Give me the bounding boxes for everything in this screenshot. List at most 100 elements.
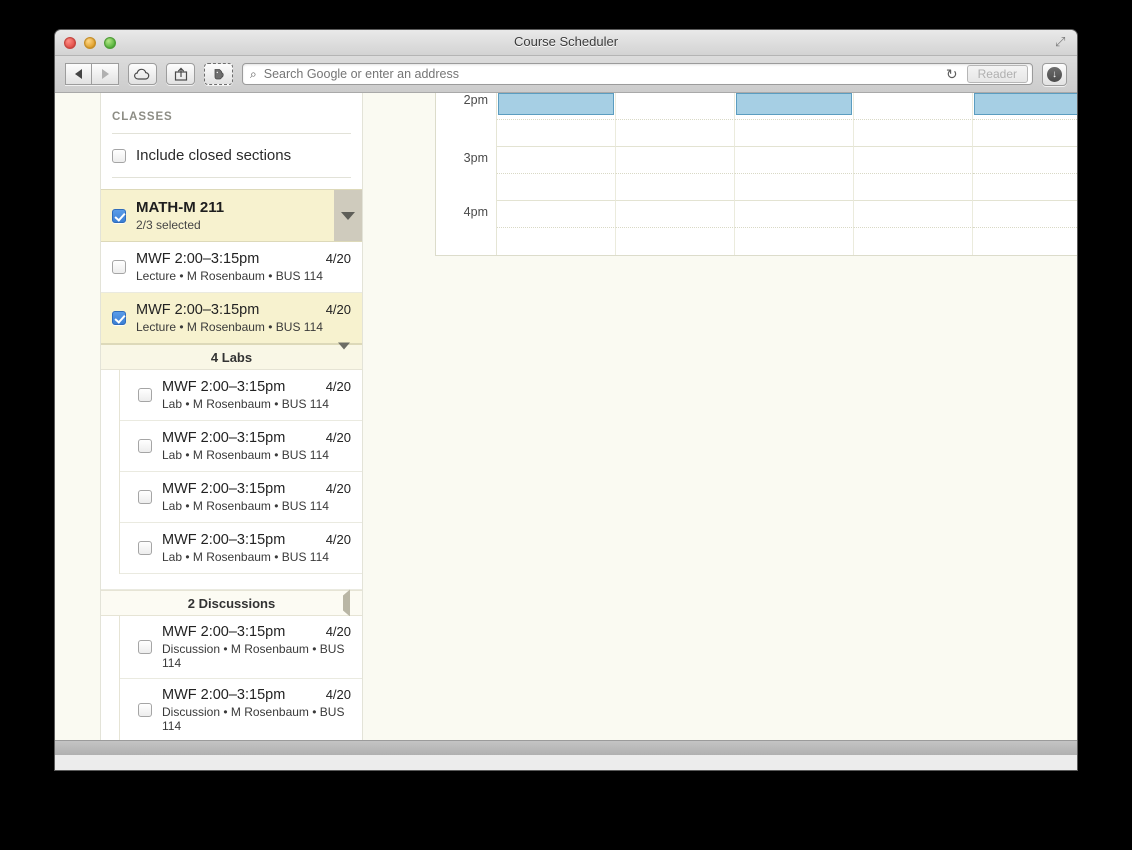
section-checkbox[interactable] [112,311,126,325]
discussions-group-body: MWF 2:00–3:15pm 4/20 Discussion • M Rose… [119,616,362,742]
icloud-tabs-button[interactable] [128,63,157,85]
section-meta: Discussion • M Rosenbaum • BUS 114 [162,642,345,670]
page-content: CLASSES Include closed sections MATH-M 2… [55,93,1077,755]
calendar-event-block[interactable] [974,93,1077,115]
calendar-cell[interactable] [497,93,616,120]
labs-group-toggle[interactable] [338,342,350,365]
course-disclosure-button[interactable] [334,190,362,241]
reload-icon[interactable]: ↻ [940,66,964,83]
calendar-hour-label: 3pm [436,147,497,174]
calendar-cell[interactable] [854,147,973,174]
calendar-cell[interactable] [735,228,854,255]
calendar-cell[interactable] [735,120,854,147]
include-closed-sections-checkbox[interactable] [112,148,126,163]
address-input[interactable] [261,66,940,82]
section-checkbox[interactable] [138,541,152,555]
calendar-cell[interactable] [735,201,854,228]
title-bar: Course Scheduler ⤢ [55,30,1077,56]
section-time: MWF 2:00–3:15pm [162,481,286,497]
calendar-halfhour-row [436,174,1077,201]
calendar-hour-row: 3pm [436,147,1077,174]
section-seats: 4/20 [325,481,351,496]
forward-button[interactable] [92,63,119,85]
course-header-math-m-211[interactable]: MATH-M 211 2/3 selected [101,189,362,242]
calendar-cell[interactable] [735,93,854,120]
discussions-group-header[interactable]: 2 Discussions [101,589,362,617]
section-row[interactable]: MWF 2:00–3:15pm 4/20 Lab • M Rosenbaum •… [120,472,362,523]
include-closed-sections-label: Include closed sections [136,147,292,164]
section-row[interactable]: MWF 2:00–3:15pm 4/20 Discussion • M Rose… [120,679,362,742]
section-row[interactable]: MWF 2:00–3:15pm 4/20 Lab • M Rosenbaum •… [120,523,362,574]
calendar-cell[interactable] [616,174,735,201]
share-icon [174,67,187,81]
calendar-cell[interactable] [616,228,735,255]
calendar-cell[interactable] [616,93,735,120]
calendar-cell[interactable] [616,120,735,147]
section-meta: Lab • M Rosenbaum • BUS 114 [162,397,329,411]
section-row[interactable]: MWF 2:00–3:15pm 4/20 Discussion • M Rose… [120,616,362,679]
calendar-hour-label: 2pm [436,93,497,120]
discussions-group-toggle[interactable] [343,589,350,617]
group-spacer [101,574,362,590]
calendar-cell[interactable] [973,201,1077,228]
calendar-cell[interactable] [497,201,616,228]
section-meta: Lab • M Rosenbaum • BUS 114 [162,499,329,513]
calendar-cell[interactable] [854,174,973,201]
calendar-cell[interactable] [735,147,854,174]
calendar-cell[interactable] [973,93,1077,120]
section-time: MWF 2:00–3:15pm [136,302,260,318]
course-checkbox[interactable] [112,208,126,223]
calendar-cell[interactable] [854,93,973,120]
back-button[interactable] [65,63,92,85]
section-body: MWF 2:00–3:15pm 4/20 Lecture • M Rosenba… [136,251,351,283]
calendar-cell[interactable] [735,174,854,201]
calendar-event-block[interactable] [736,93,852,115]
section-row[interactable]: MWF 2:00–3:15pm 4/20 Lecture • M Rosenba… [101,242,362,293]
section-row[interactable]: MWF 2:00–3:15pm 4/20 Lecture • M Rosenba… [101,293,362,344]
section-checkbox[interactable] [138,490,152,504]
fullscreen-icon[interactable]: ⤢ [1055,35,1069,49]
calendar-cell[interactable] [616,201,735,228]
calendar-cell[interactable] [616,147,735,174]
address-bar[interactable]: ⌕ ↻ Reader [242,63,1033,85]
calendar-cell[interactable] [497,228,616,255]
section-seats: 4/20 [325,379,351,394]
course-code: MATH-M 211 [136,199,225,216]
divider [112,177,351,178]
section-checkbox[interactable] [138,439,152,453]
section-row[interactable]: MWF 2:00–3:15pm 4/20 Lab • M Rosenbaum •… [120,421,362,472]
chevron-right-icon [101,69,109,79]
section-checkbox[interactable] [138,703,152,717]
calendar-cell[interactable] [854,120,973,147]
section-seats: 4/20 [325,302,351,317]
section-meta: Lab • M Rosenbaum • BUS 114 [162,550,329,564]
calendar-cell[interactable] [497,147,616,174]
labs-group-header[interactable]: 4 Labs [101,342,362,370]
section-meta: Discussion • M Rosenbaum • BUS 114 [162,705,345,733]
classes-sidebar: CLASSES Include closed sections MATH-M 2… [100,93,363,755]
chevron-down-icon [338,342,350,365]
calendar-cell[interactable] [854,201,973,228]
download-arrow-icon: ↓ [1047,66,1062,82]
calendar-cell[interactable] [973,120,1077,147]
calendar-cell[interactable] [973,174,1077,201]
downloads-button[interactable]: ↓ [1042,62,1067,86]
section-checkbox[interactable] [112,260,126,274]
section-checkbox[interactable] [138,388,152,402]
include-closed-sections-row[interactable]: Include closed sections [101,134,362,177]
reader-button[interactable]: Reader [966,65,1028,83]
chevron-left-icon [343,589,350,617]
calendar-event-block[interactable] [498,93,614,115]
evernote-elephant-icon [214,69,224,80]
section-checkbox[interactable] [138,640,152,654]
evernote-clipper-button[interactable] [204,63,233,85]
calendar-cell[interactable] [497,120,616,147]
calendar-cell[interactable] [497,174,616,201]
chevron-left-icon [75,69,82,79]
share-button[interactable] [166,63,195,85]
calendar-cell[interactable] [973,147,1077,174]
calendar-cell[interactable] [854,228,973,255]
section-row[interactable]: MWF 2:00–3:15pm 4/20 Lab • M Rosenbaum •… [120,370,362,421]
calendar-cell[interactable] [973,228,1077,255]
section-time: MWF 2:00–3:15pm [162,687,286,703]
